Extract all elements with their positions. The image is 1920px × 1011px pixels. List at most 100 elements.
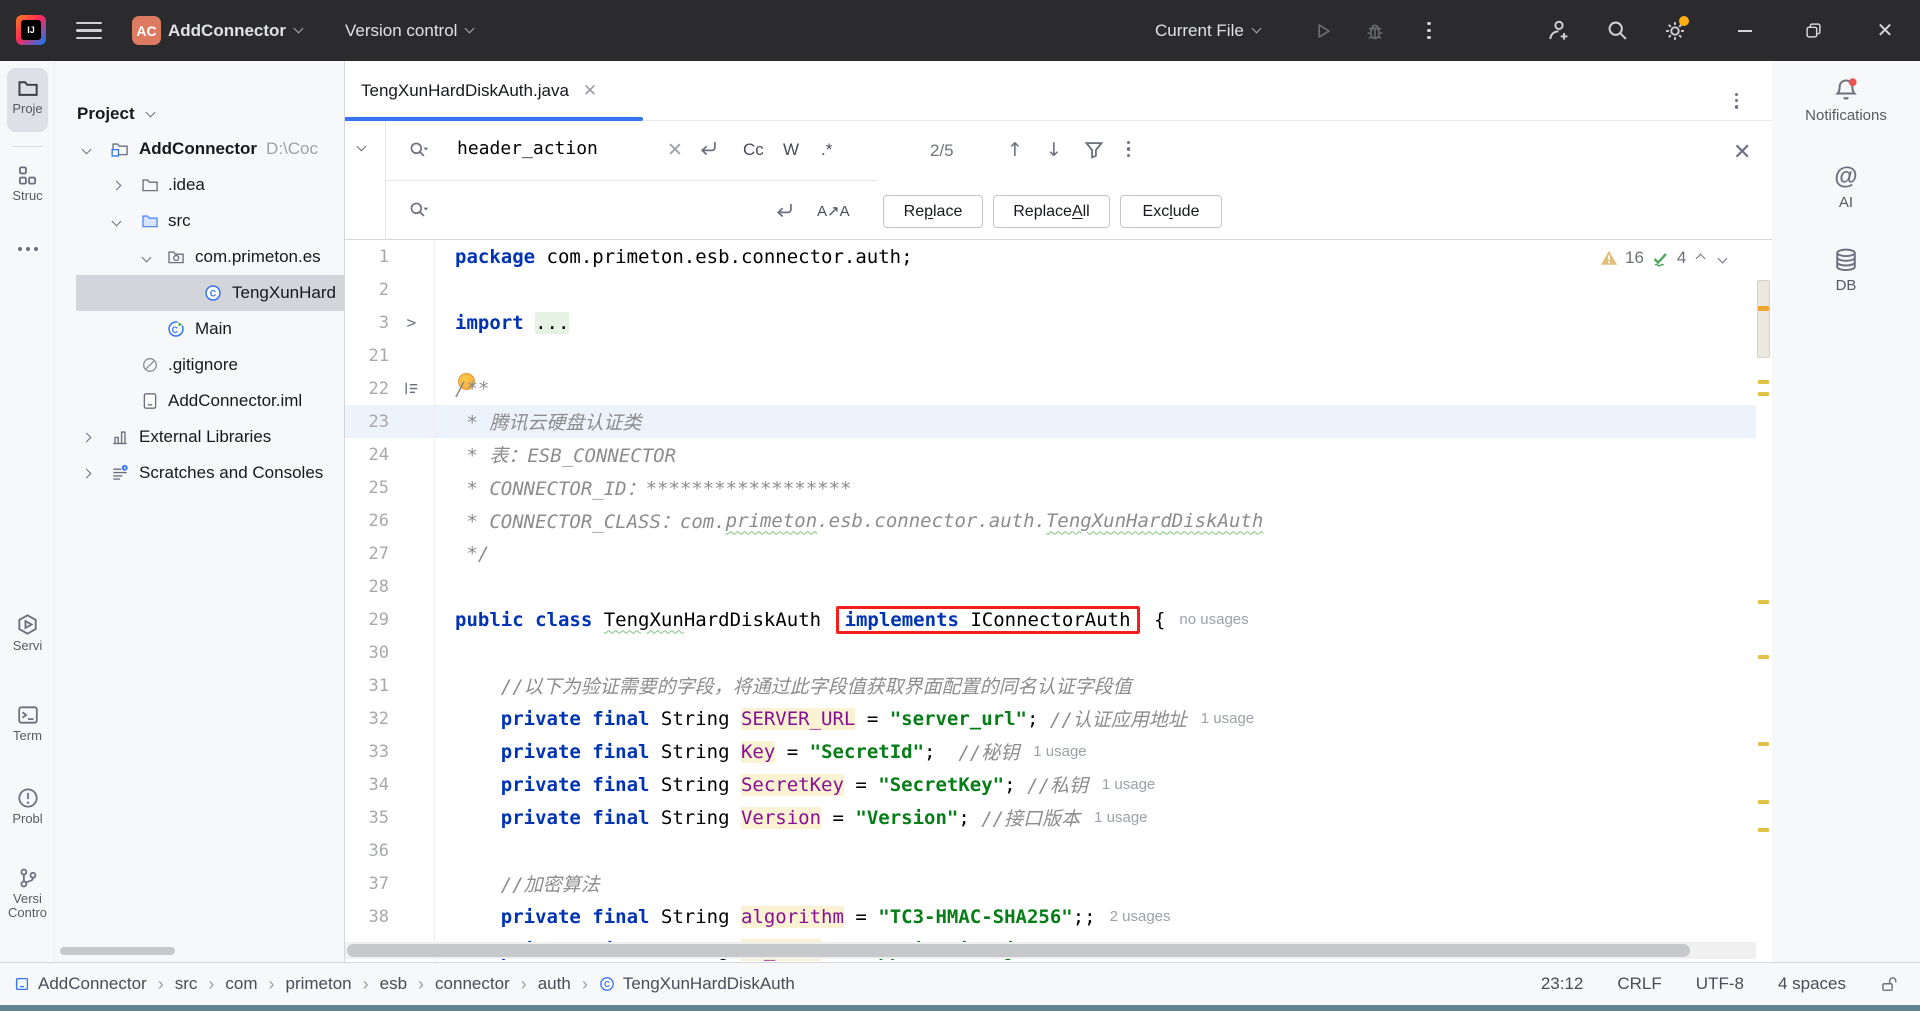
error-stripe-mark[interactable] [1758, 392, 1769, 396]
error-stripe-mark[interactable] [1758, 306, 1769, 311]
error-stripe-mark[interactable] [1758, 800, 1769, 804]
code-text[interactable]: private final String SERVER_URL = "serve… [434, 702, 1756, 735]
code-text[interactable] [434, 339, 1756, 372]
tree-item-addconnector-iml[interactable]: AddConnector.iml [55, 383, 345, 419]
code-line-37[interactable]: 37 //加密算法 [345, 867, 1756, 900]
breadcrumb-item[interactable]: AddConnector [14, 974, 147, 994]
chevron-down-icon[interactable] [83, 146, 90, 153]
code-text[interactable] [434, 834, 1756, 867]
unlock-icon[interactable] [1880, 975, 1898, 993]
breadcrumb-item[interactable]: CTengXunHardDiskAuth [599, 974, 795, 994]
code-text[interactable]: //以下为验证需要的字段，将通过此字段值获取界面配置的同名认证字段值 [434, 669, 1756, 702]
previous-occurrence-button[interactable]: ↑ [1007, 139, 1023, 161]
code-line-27[interactable]: 27 */ [345, 537, 1756, 570]
code-text[interactable] [434, 570, 1756, 603]
match-case-toggle[interactable]: Cc [743, 140, 764, 160]
run-configuration-selector[interactable]: Current File [1155, 0, 1260, 61]
chevron-right-icon[interactable] [113, 182, 120, 189]
toolwindow-project-button[interactable]: Proje [0, 77, 55, 116]
code-line-36[interactable]: 36 [345, 834, 1756, 867]
breadcrumb-item[interactable]: connector [435, 974, 510, 994]
search-options-menu[interactable] [1127, 141, 1130, 157]
filter-search-icon[interactable] [1083, 139, 1105, 161]
preserve-case-toggle[interactable]: A↗A [817, 202, 850, 220]
code-line-30[interactable]: 30 [345, 636, 1756, 669]
window-minimize-button[interactable] [1732, 0, 1758, 61]
gutter-cell[interactable] [389, 380, 434, 397]
code-line-31[interactable]: 31 //以下为验证需要的字段，将通过此字段值获取界面配置的同名认证字段值 [345, 669, 1756, 702]
ai-assistant-button[interactable]: @ AI [1772, 164, 1920, 211]
horizontal-scrollbar-thumb[interactable] [347, 944, 1690, 957]
search-input[interactable]: header_action [457, 138, 598, 159]
tree-item-addconnector[interactable]: AddConnectorD:\Coc [55, 131, 345, 167]
error-stripe[interactable] [1756, 240, 1772, 962]
toolwindow-services-button[interactable]: Servi [0, 613, 55, 653]
debug-button[interactable] [1362, 0, 1388, 61]
previous-problem-icon[interactable] [1696, 253, 1706, 263]
window-restore-button[interactable] [1800, 0, 1826, 61]
clear-search-icon[interactable]: ✕ [667, 139, 683, 162]
code-line-38[interactable]: 38 private final String algorithm = "TC3… [345, 900, 1756, 933]
window-close-button[interactable]: ✕ [1872, 0, 1898, 61]
code-line-34[interactable]: 34 private final String SecretKey = "Sec… [345, 768, 1756, 801]
code-line-21[interactable]: 21 [345, 339, 1756, 372]
database-button[interactable]: DB [1772, 247, 1920, 294]
code-line-28[interactable]: 28 [345, 570, 1756, 603]
notifications-button[interactable]: Notifications [1772, 77, 1920, 124]
breadcrumb-item[interactable]: auth [538, 974, 571, 994]
more-tool-windows-button[interactable] [0, 247, 55, 251]
code-text[interactable]: //加密算法 [434, 867, 1756, 900]
error-stripe-mark[interactable] [1758, 828, 1769, 832]
code-text[interactable]: private final String algorithm = "TC3-HM… [434, 900, 1756, 933]
chevron-down-icon[interactable] [143, 254, 150, 261]
next-problem-icon[interactable] [1718, 253, 1728, 263]
indent-widget[interactable]: 4 spaces [1778, 974, 1846, 994]
code-line-24[interactable]: 24 * 表：ESB_CONNECTOR [345, 438, 1756, 471]
line-separator-widget[interactable]: CRLF [1617, 974, 1661, 994]
toolwindow-problems-button[interactable]: Probl [0, 787, 55, 826]
tree-item-scratches-and-consoles[interactable]: Scratches and Consoles [55, 455, 345, 491]
tab-close-icon[interactable]: ✕ [583, 81, 597, 101]
code-text[interactable]: package com.primeton.esb.connector.auth; [434, 240, 1756, 273]
horizontal-scrollbar[interactable] [345, 942, 1756, 959]
code-line-35[interactable]: 35 private final String Version = "Versi… [345, 801, 1756, 834]
code-line-25[interactable]: 25 * CONNECTOR_ID：****************** [345, 471, 1756, 504]
code-text[interactable] [434, 273, 1756, 306]
chevron-down-icon[interactable] [113, 218, 120, 225]
tree-item-tengxunhard[interactable]: CTengXunHard [55, 275, 345, 311]
main-menu-icon[interactable] [76, 22, 102, 39]
search-everywhere-button[interactable] [1604, 0, 1630, 61]
words-toggle[interactable]: W [783, 140, 799, 160]
error-stripe-mark[interactable] [1758, 655, 1769, 659]
breadcrumb-item[interactable]: primeton [285, 974, 351, 994]
code-text[interactable]: /** [434, 372, 1756, 405]
new-line-icon[interactable] [773, 200, 795, 222]
replace-all-button[interactable]: Replace All [993, 195, 1110, 228]
code-line-22[interactable]: 22/** [345, 372, 1756, 405]
exclude-button[interactable]: Exclude [1120, 195, 1222, 228]
toolwindow-vcs-button[interactable]: Versi Contro [0, 867, 55, 920]
vcs-widget[interactable]: Version control [345, 0, 473, 61]
regex-toggle[interactable]: .* [821, 140, 832, 160]
code-line-23[interactable]: 23 * 腾讯云硬盘认证类 [345, 405, 1756, 438]
code-line-29[interactable]: 29public class TengXunHardDiskAuth imple… [345, 603, 1756, 636]
tree-item-src[interactable]: src [55, 203, 345, 239]
tree-item-main[interactable]: CMain [55, 311, 345, 347]
breadcrumb-item[interactable]: src [175, 974, 198, 994]
error-stripe-mark[interactable] [1758, 380, 1769, 384]
close-search-icon[interactable]: ✕ [1733, 139, 1751, 165]
code-line-32[interactable]: 32 private final String SERVER_URL = "se… [345, 702, 1756, 735]
encoding-widget[interactable]: UTF-8 [1696, 974, 1744, 994]
code-editor[interactable]: 1package com.primeton.esb.connector.auth… [345, 240, 1772, 962]
chevron-right-icon[interactable] [83, 434, 90, 441]
vertical-scrollbar-thumb[interactable] [1757, 280, 1770, 358]
code-line-26[interactable]: 26 * CONNECTOR_CLASS：com.primeton.esb.co… [345, 504, 1756, 537]
code-text[interactable] [434, 636, 1756, 669]
code-text[interactable]: * 腾讯云硬盘认证类 [434, 405, 1756, 438]
project-panel-header[interactable]: Project [77, 101, 154, 127]
code-text[interactable]: */ [434, 537, 1756, 570]
breadcrumb-item[interactable]: esb [380, 974, 407, 994]
tree-item-com-primeton-es[interactable]: com.primeton.es [55, 239, 345, 275]
code-line-2[interactable]: 2 [345, 273, 1756, 306]
code-text[interactable]: private final String SecretKey = "Secret… [434, 768, 1756, 801]
